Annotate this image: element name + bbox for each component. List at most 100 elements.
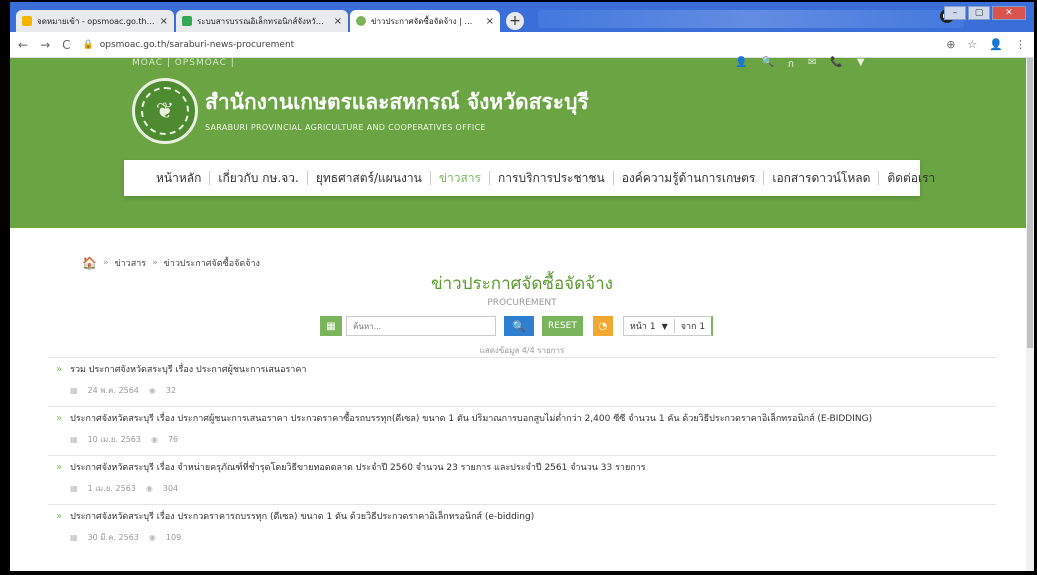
search-input[interactable] [346,316,496,336]
tab-title: ระบบสารบรรณอิเล็กทรอนิกส์จังหวัดสระ [197,16,329,26]
language-icon[interactable]: ก [788,57,794,72]
lock-icon: 🔒 [82,39,94,50]
top-links[interactable]: MOAC | OPSMOAC | [132,58,235,68]
close-window-button[interactable]: ✕ [992,6,1026,20]
page-title: ข่าวประกาศจัดซื้อจัดจ้าง [431,274,613,294]
menu-icon[interactable]: ⋮ [1015,38,1026,51]
page-select[interactable]: หน้า 1 ▼ จาก 1 [622,316,714,336]
nav-news[interactable]: ข่าวสาร [431,171,490,185]
calendar-icon: ▦ [70,484,78,493]
zoom-icon[interactable]: ⊕ [946,38,955,51]
site-title: สำนักงานเกษตรและสหกรณ์ จังหวัดสระบุรี [205,90,589,114]
new-tab-button[interactable]: + [506,12,524,30]
calendar-icon: ▦ [326,320,336,332]
browser-toolbar-icons: ⊕ ☆ 👤 ⋮ [946,38,1026,51]
item-date: 30 มี.ค. 2563 [87,533,139,542]
tab-title: ข่าวประกาศจัดซื้อจัดจ้าง | สำนักงานเกษ [371,16,481,26]
page-subtitle: PROCUREMENT [487,298,557,308]
calendar-icon: ▦ [70,435,78,444]
search-row: ▦ 🔍 RESET ◔ หน้า 1 ▼ จาก 1 [320,316,714,336]
url-text: opsmoac.go.th/saraburi-news-procurement [99,39,295,50]
item-date: 1 เม.ย. 2563 [87,484,136,493]
browser-window: จดหมายเข้า - opsmoac.go.th - Sm × ระบบสา… [10,2,1034,571]
address-bar: ← → C 🔒 opsmoac.go.th/saraburi-news-proc… [10,32,1034,58]
user-icon[interactable]: 👤 [735,57,747,72]
browser-tab-saraban[interactable]: ระบบสารบรรณอิเล็กทรอนิกส์จังหวัดสระ × [176,10,348,32]
eye-icon: ◉ [148,533,156,542]
calendar-button[interactable]: ▦ [320,316,342,336]
eye-icon: ◉ [150,435,158,444]
close-tab-icon[interactable]: × [334,16,342,27]
nav-home[interactable]: หน้าหลัก [148,171,211,185]
item-title-link[interactable]: รวม ประกาศจังหวัดสระบุรี เรื่อง ประกาศผู… [70,362,306,378]
window-controls: – ▢ ✕ [944,6,1026,20]
calendar-icon: ▦ [70,533,78,542]
reset-button[interactable]: RESET [542,316,583,336]
list-item: » ประกาศจังหวัดสระบุรี เรื่อง ประกาศผู้ช… [48,406,996,455]
browser-tab-procurement[interactable]: ข่าวประกาศจัดซื้อจัดจ้าง | สำนักงานเกษ × [350,10,500,32]
item-title-link[interactable]: ประกาศจังหวัดสระบุรี เรื่อง ประกาศผู้ชนะ… [70,411,872,427]
site-header: MOAC | OPSMOAC | 👤 🔍 ก ✉ 📞 ▼ ❦ สำนักงานเ… [10,57,1034,228]
maximize-button[interactable]: ▢ [968,6,990,20]
item-views: 32 [165,386,177,395]
rss-icon: ◔ [598,320,608,332]
search-button[interactable]: 🔍 [504,316,534,336]
chevron-right-icon: » [56,462,63,473]
tab-title: จดหมายเข้า - opsmoac.go.th - Sm [37,16,155,26]
chevron-right-icon: » [56,413,63,424]
list-item: » ประกาศจังหวัดสระบุรี เรื่อง ประกวดราคา… [48,504,996,553]
item-date: 24 พ.ค. 2564 [87,386,139,395]
bookmark-star-icon[interactable]: ☆ [967,38,977,51]
nav-services[interactable]: การบริการประชาชน [490,171,614,185]
eye-icon: ◉ [148,386,156,395]
eye-icon: ◉ [145,484,153,493]
nav-knowledge[interactable]: องค์ความรู้ด้านการเกษตร [614,171,765,185]
scrollbar-thumb[interactable] [1027,58,1033,348]
browser-tab-mail[interactable]: จดหมายเข้า - opsmoac.go.th - Sm × [16,10,174,32]
search-icon[interactable]: 🔍 [761,57,773,72]
item-title-link[interactable]: ประกาศจังหวัดสระบุรี เรื่อง ประกวดราคารถ… [70,509,534,525]
mail-favicon-icon [22,16,32,26]
breadcrumb: 🏠 » ข่าวสาร » ข่าวประกาศจัดซื้อจัดจ้าง [82,256,260,270]
mail-icon[interactable]: ✉ [808,57,816,72]
tab-strip: จดหมายเข้า - opsmoac.go.th - Sm × ระบบสา… [10,2,1034,32]
emblem-icon: ❦ [141,87,189,135]
item-views: 109 [165,533,182,542]
site-logo[interactable]: ❦ [132,78,198,144]
item-views: 76 [167,435,179,444]
back-icon[interactable]: ← [18,38,28,52]
result-count: แสดงข้อมูล 4/4 รายการ [479,346,565,355]
nav-about[interactable]: เกี่ยวกับ กษ.จว. [210,171,308,185]
page-scrollbar[interactable] [1026,58,1034,571]
blurred-region [538,10,964,28]
nav-contact[interactable]: ติดต่อเรา [879,171,943,185]
breadcrumb-separator: » [152,258,158,268]
item-title-link[interactable]: ประกาศจังหวัดสระบุรี เรื่อง จำหน่ายครุภั… [70,460,645,476]
reload-icon[interactable]: C [62,38,70,52]
page-select-value: หน้า 1 [629,322,656,332]
main-content: 🏠 » ข่าวสาร » ข่าวประกาศจัดซื้อจัดจ้าง ข… [10,228,1034,571]
account-icon[interactable]: 👤 [989,38,1003,51]
nav-strategy[interactable]: ยุทธศาสตร์/แผนงาน [308,171,431,185]
phone-icon[interactable]: 📞 [830,57,842,72]
main-nav: หน้าหลัก เกี่ยวกับ กษ.จว. ยุทธศาสตร์/แผน… [124,160,935,196]
list-item: » ประกาศจังหวัดสระบุรี เรื่อง จำหน่ายครุ… [48,455,996,504]
chevron-right-icon: » [56,511,63,522]
forward-icon[interactable]: → [40,38,50,52]
breadcrumb-current: ข่าวประกาศจัดซื้อจัดจ้าง [163,259,260,269]
top-strip: MOAC | OPSMOAC | 👤 🔍 ก ✉ 📞 ▼ [10,57,1034,72]
chevron-down-icon: ▼ [661,321,668,331]
list-item: » รวม ประกาศจังหวัดสระบุรี เรื่อง ประกาศ… [48,357,996,406]
item-views: 304 [162,484,179,493]
home-icon[interactable]: 🏠 [82,256,97,270]
url-field[interactable]: 🔒 opsmoac.go.th/saraburi-news-procuremen… [83,40,295,50]
close-tab-icon[interactable]: × [486,16,494,27]
breadcrumb-news[interactable]: ข่าวสาร [114,256,146,270]
close-tab-icon[interactable]: × [160,16,168,27]
dropdown-icon[interactable]: ▼ [857,57,865,72]
procurement-list: » รวม ประกาศจังหวัดสระบุรี เรื่อง ประกาศ… [48,357,996,553]
rss-button[interactable]: ◔ [592,316,613,336]
minimize-button[interactable]: – [944,6,966,20]
item-date: 10 เม.ย. 2563 [87,435,141,444]
nav-downloads[interactable]: เอกสารดาวน์โหลด [764,171,880,185]
